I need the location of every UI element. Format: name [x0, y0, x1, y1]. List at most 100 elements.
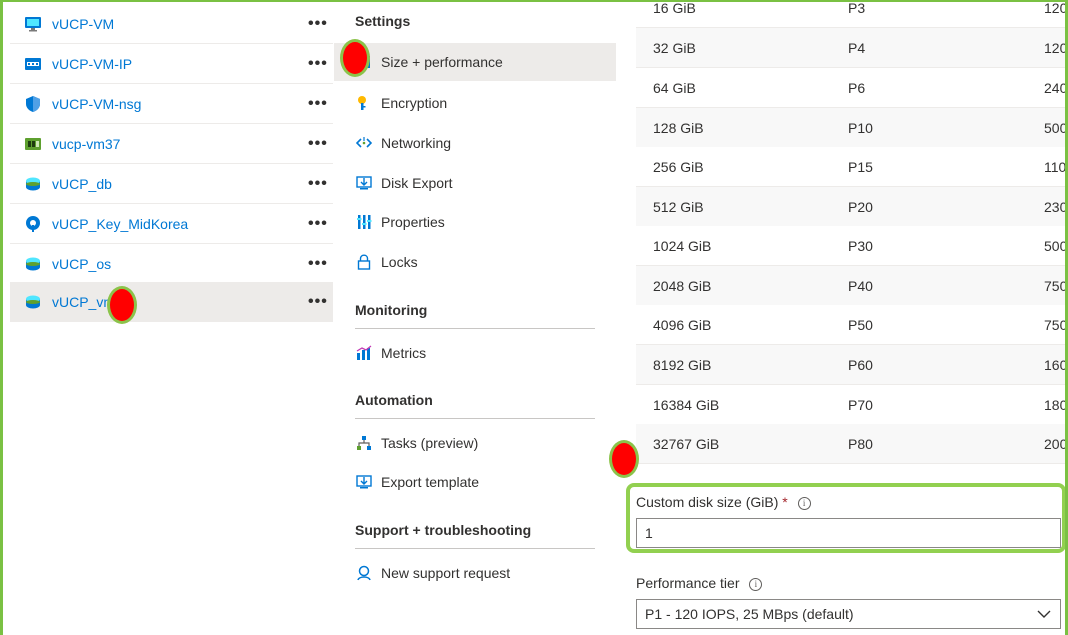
resource-name[interactable]: vUCP-VM	[52, 16, 114, 32]
menu-item-metrics[interactable]: Metrics	[334, 334, 616, 372]
annotation-marker	[609, 440, 639, 478]
disk-tier: P30	[848, 238, 873, 254]
custom-disk-size-label-text: Custom disk size (GiB)	[636, 494, 779, 510]
support-icon	[355, 564, 373, 582]
resource-name[interactable]: vUCP-VM-IP	[52, 56, 132, 72]
custom-disk-size-input[interactable]	[636, 518, 1061, 548]
tier-row[interactable]: 16384 GiB P70 180	[636, 385, 1068, 425]
section-divider	[355, 418, 595, 419]
more-options-icon[interactable]: •••	[308, 55, 328, 73]
info-icon[interactable]: i	[797, 497, 811, 510]
key-vault-icon	[24, 215, 42, 233]
menu-item-export-template[interactable]: Export template	[334, 463, 616, 501]
tier-row[interactable]: 32 GiB P4 120	[636, 28, 1068, 68]
tier-row[interactable]: 512 GiB P20 230	[636, 187, 1068, 227]
menu-section-automation: Automation	[355, 392, 595, 419]
resource-name[interactable]: vUCP_db	[52, 176, 112, 192]
disk-size: 4096 GiB	[653, 317, 712, 333]
disk-size: 1024 GiB	[653, 238, 712, 254]
disk-icon	[24, 255, 42, 273]
more-options-icon[interactable]: •••	[308, 255, 328, 273]
performance-tier-selected-value: P1 - 120 IOPS, 25 MBps (default)	[645, 606, 854, 622]
disk-tier: P3	[848, 0, 866, 16]
resource-name[interactable]: vUCP-VM-nsg	[52, 96, 141, 112]
tier-row[interactable]: 4096 GiB P50 750	[636, 305, 1068, 345]
menu-item-label: Disk Export	[381, 175, 453, 191]
provisioned-iops: 500	[1044, 120, 1068, 136]
resource-list: vUCP-VM ••• vUCP-VM-IP ••• vUCP-VM-nsg •…	[10, 0, 333, 635]
chevron-down-icon	[1037, 610, 1051, 618]
menu-item-properties[interactable]: Properties	[334, 203, 616, 241]
more-options-icon[interactable]: •••	[308, 135, 328, 153]
custom-disk-size-label: Custom disk size (GiB) * i	[636, 494, 811, 510]
tier-row[interactable]: 16 GiB P3 120	[636, 0, 1068, 28]
provisioned-iops: 240	[1044, 80, 1068, 96]
disk-tier: P80	[848, 436, 873, 452]
performance-tier-label-text: Performance tier	[636, 575, 740, 591]
provisioned-iops: 120	[1044, 0, 1068, 16]
resource-row-vucp-os[interactable]: vUCP_os •••	[10, 244, 333, 284]
resource-name[interactable]: vucp-vm37	[52, 136, 120, 152]
performance-tier-dropdown[interactable]: P1 - 120 IOPS, 25 MBps (default)	[636, 599, 1061, 629]
menu-item-label: Tasks (preview)	[381, 435, 479, 451]
tier-row[interactable]: 32767 GiB P80 200	[636, 424, 1068, 464]
resource-row-vucp-key-midkorea[interactable]: vUCP_Key_MidKorea •••	[10, 204, 333, 244]
menu-item-tasks-preview[interactable]: Tasks (preview)	[334, 424, 616, 462]
menu-item-label: New support request	[381, 565, 511, 581]
disk-tier: P50	[848, 317, 873, 333]
provisioned-iops: 230	[1044, 199, 1068, 215]
section-title: Automation	[355, 392, 433, 408]
resource-row-vucp-vm[interactable]: vUCP-VM •••	[10, 4, 333, 44]
disk-icon	[24, 293, 42, 311]
more-options-icon[interactable]: •••	[308, 175, 328, 193]
disk-icon	[24, 175, 42, 193]
tier-row[interactable]: 2048 GiB P40 750	[636, 266, 1068, 306]
section-title: Support + troubleshooting	[355, 522, 532, 538]
section-title: Settings	[355, 13, 411, 29]
tier-row[interactable]: 1024 GiB P30 500	[636, 226, 1068, 266]
resource-row-vucp-vm37[interactable]: vucp-vm37 •••	[10, 124, 333, 164]
tier-row[interactable]: 128 GiB P10 500	[636, 108, 1068, 148]
section-divider	[355, 548, 595, 549]
menu-item-encryption[interactable]: Encryption	[334, 84, 616, 122]
menu-section-support: Support + troubleshooting	[355, 522, 595, 549]
disk-size: 16 GiB	[653, 0, 696, 16]
menu-item-label: Networking	[381, 135, 452, 151]
provisioned-iops: 160	[1044, 357, 1068, 373]
annotation-marker	[340, 39, 370, 77]
resource-name[interactable]: vUCP_os	[52, 256, 111, 272]
tier-row[interactable]: 8192 GiB P60 160	[636, 345, 1068, 385]
menu-item-disk-export[interactable]: Disk Export	[334, 164, 616, 202]
nsg-shield-icon	[24, 95, 42, 113]
tier-row[interactable]: 256 GiB P15 110	[636, 147, 1068, 187]
public-ip-icon	[24, 55, 42, 73]
more-options-icon[interactable]: •••	[308, 293, 328, 311]
resource-menu: Settings Size + performance Encryption N…	[334, 0, 616, 635]
menu-item-networking[interactable]: Networking	[334, 124, 616, 162]
resource-row-vucp-db[interactable]: vUCP_db •••	[10, 164, 333, 204]
resource-name[interactable]: vUCP_Key_MidKorea	[52, 216, 188, 232]
more-options-icon[interactable]: •••	[308, 215, 328, 233]
disk-tier: P10	[848, 120, 873, 136]
menu-item-locks[interactable]: Locks	[334, 243, 616, 281]
disk-tier: P6	[848, 80, 866, 96]
provisioned-iops: 750	[1044, 317, 1068, 333]
menu-item-new-support-request[interactable]: New support request	[334, 554, 616, 592]
resource-row-vucp-vm-disk[interactable]: vUCP_vm •••	[10, 282, 333, 322]
resource-row-vucp-vm-nsg[interactable]: vUCP-VM-nsg •••	[10, 84, 333, 124]
more-options-icon[interactable]: •••	[308, 15, 328, 33]
menu-item-size-performance[interactable]: Size + performance	[334, 43, 616, 81]
network-interface-icon	[24, 135, 42, 153]
resource-name[interactable]: vUCP_vm	[52, 294, 115, 310]
more-options-icon[interactable]: •••	[308, 95, 328, 113]
resource-row-vucp-vm-ip[interactable]: vUCP-VM-IP •••	[10, 44, 333, 84]
disk-tier: P15	[848, 159, 873, 175]
vm-icon	[24, 15, 42, 33]
section-title: Monitoring	[355, 302, 428, 318]
disk-tier: P4	[848, 40, 866, 56]
info-icon[interactable]: i	[749, 578, 763, 591]
section-divider	[355, 328, 595, 329]
performance-tier-label: Performance tier i	[636, 575, 763, 591]
metrics-icon	[355, 344, 373, 362]
tier-row[interactable]: 64 GiB P6 240	[636, 68, 1068, 108]
